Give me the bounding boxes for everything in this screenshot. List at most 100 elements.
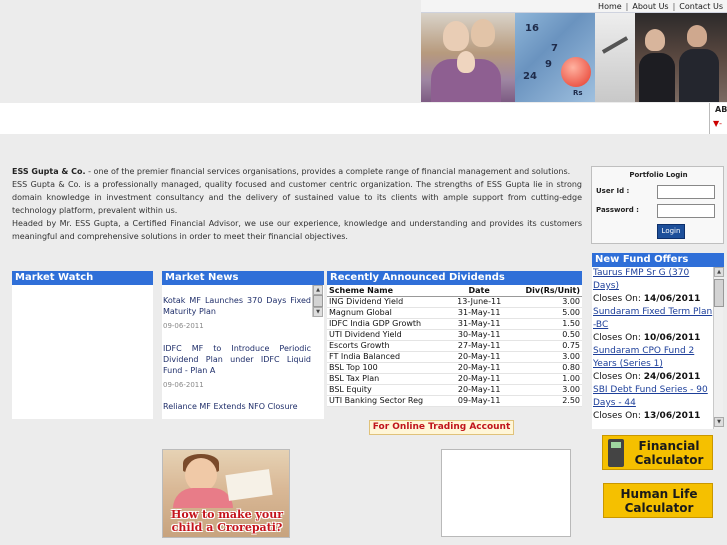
nfo-item-link[interactable]: SBI Debt Fund Series - 90 Days - 44 bbox=[593, 384, 713, 410]
table-cell: 1.00 bbox=[509, 373, 582, 385]
dividends-table: Scheme Name Date Div(Rs/Unit) ING Divide… bbox=[327, 285, 582, 407]
closes-on-label: Closes On: bbox=[593, 411, 644, 421]
news-date: 09-06-2011 bbox=[163, 381, 204, 389]
table-cell: BSL Tax Plan bbox=[327, 373, 450, 385]
closing-date-value: 14/06/2011 bbox=[643, 294, 701, 304]
nfo-closing-date: Closes On: 10/06/2011 bbox=[593, 332, 713, 345]
column-header: Date bbox=[449, 285, 510, 297]
user-id-label: User Id : bbox=[596, 187, 630, 195]
news-scrollbar[interactable]: ▲ ▼ bbox=[312, 285, 323, 317]
table-cell: 3.00 bbox=[509, 351, 582, 363]
user-id-input[interactable] bbox=[657, 185, 715, 199]
nfo-closing-date: Closes On: 24/06/2011 bbox=[593, 371, 713, 384]
intro-text: ESS Gupta & Co. - one of the premier fin… bbox=[12, 165, 582, 243]
news-item[interactable]: Reliance MF Extends NFO Closure bbox=[163, 401, 311, 412]
empty-ad-box bbox=[441, 449, 571, 537]
news-item[interactable]: Kotak MF Launches 370 Days Fixed Maturit… bbox=[163, 295, 311, 317]
table-cell: 30-May-11 bbox=[449, 329, 510, 341]
table-cell: 0.75 bbox=[509, 340, 582, 352]
table-row: IDFC India GDP Growth 31-May-11 1.50 bbox=[327, 318, 582, 330]
family-photo bbox=[421, 13, 515, 102]
nfo-header: New Fund Offers bbox=[592, 253, 724, 267]
portfolio-login-panel: Portfolio Login User Id : Password : Log… bbox=[591, 166, 724, 244]
password-input[interactable] bbox=[657, 204, 715, 218]
ball-icon bbox=[561, 57, 591, 87]
human-life-calculator-label: Human Life Calculator bbox=[620, 487, 698, 515]
closing-date-value: 13/06/2011 bbox=[643, 411, 701, 421]
table-row: BSL Tax Plan 20-May-11 1.00 bbox=[327, 373, 582, 385]
news-item[interactable]: IDFC MF to Introduce Periodic Dividend P… bbox=[163, 343, 311, 376]
writing-photo bbox=[595, 13, 635, 102]
page-root: Home | About Us | Contact Us 16 7 24 9 Rs AB… bbox=[0, 0, 727, 545]
table-cell: ING Dividend Yield bbox=[327, 296, 450, 308]
table-cell: 5.00 bbox=[509, 307, 582, 319]
intro-paragraph-3: Headed by Mr. ESS Gupta, a Certified Fin… bbox=[12, 219, 582, 241]
closing-date-value: 24/06/2011 bbox=[643, 372, 701, 382]
scroll-down-icon[interactable]: ▼ bbox=[313, 307, 323, 317]
human-life-calculator-button[interactable]: Human Life Calculator bbox=[603, 483, 713, 518]
market-news-header: Market News bbox=[162, 271, 324, 285]
scroll-up-icon[interactable]: ▲ bbox=[313, 285, 323, 295]
table-cell: 20-May-11 bbox=[449, 362, 510, 374]
closes-on-label: Closes On: bbox=[593, 333, 644, 343]
table-row: Escorts Growth 27-May-11 0.75 bbox=[327, 340, 582, 352]
table-cell: IDFC India GDP Growth bbox=[327, 318, 450, 330]
scroll-down-icon[interactable]: ▼ bbox=[714, 417, 724, 427]
table-cell: 3.00 bbox=[509, 296, 582, 308]
nfo-closing-date: Closes On: 14/06/2011 bbox=[593, 293, 713, 306]
header: Home | About Us | Contact Us 16 7 24 9 Rs bbox=[0, 0, 727, 103]
table-row: Magnum Global 31-May-11 5.00 bbox=[327, 307, 582, 319]
banner-number: 24 bbox=[523, 71, 537, 82]
table-cell: Escorts Growth bbox=[327, 340, 450, 352]
financial-calculator-button[interactable]: Financial Calculator bbox=[602, 435, 713, 470]
numbers-photo: 16 7 24 9 Rs bbox=[515, 13, 595, 102]
nav-separator: | bbox=[625, 2, 629, 11]
online-trading-link[interactable]: For Online Trading Account bbox=[369, 420, 514, 435]
market-watch-panel bbox=[12, 285, 153, 419]
table-cell: 09-May-11 bbox=[449, 395, 510, 407]
banner-number: 16 bbox=[525, 23, 539, 34]
top-nav: Home | About Us | Contact Us bbox=[421, 0, 727, 13]
table-cell: 31-May-11 bbox=[449, 307, 510, 319]
scroll-thumb[interactable] bbox=[313, 295, 323, 307]
nfo-item-link[interactable]: Taurus FMP Sr G (370 Days) bbox=[593, 267, 713, 293]
table-cell: 3.00 bbox=[509, 384, 582, 396]
closing-date-value: 10/06/2011 bbox=[643, 333, 701, 343]
closes-on-label: Closes On: bbox=[593, 294, 644, 304]
password-label: Password : bbox=[596, 206, 639, 214]
nav-contact-link[interactable]: Contact Us bbox=[679, 2, 723, 11]
table-row: UTI Dividend Yield 30-May-11 0.50 bbox=[327, 329, 582, 341]
calculator-icon bbox=[608, 439, 624, 467]
market-news-panel: Kotak MF Launches 370 Days Fixed Maturit… bbox=[162, 285, 324, 419]
banner-number: 9 bbox=[545, 59, 552, 70]
scroll-thumb[interactable] bbox=[714, 279, 724, 307]
crorepati-banner[interactable]: How to make your child a Crorepati? bbox=[162, 449, 290, 538]
nfo-closing-date: Closes On: 13/06/2011 bbox=[593, 410, 713, 423]
banner-number: 7 bbox=[551, 43, 558, 54]
table-cell: BSL Equity bbox=[327, 384, 450, 396]
nfo-item-link[interactable]: Sundaram CPO Fund 2 Years (Series 1) bbox=[593, 345, 713, 371]
market-watch-header: Market Watch bbox=[12, 271, 153, 285]
table-cell: 20-May-11 bbox=[449, 384, 510, 396]
table-cell: Magnum Global bbox=[327, 307, 450, 319]
login-button[interactable]: Login bbox=[657, 224, 685, 239]
scroll-up-icon[interactable]: ▲ bbox=[714, 267, 724, 277]
nav-home-link[interactable]: Home bbox=[598, 2, 622, 11]
column-header: Div(Rs/Unit) bbox=[509, 285, 582, 297]
company-name: ESS Gupta & Co. bbox=[12, 167, 86, 176]
table-row: BSL Equity 20-May-11 3.00 bbox=[327, 384, 582, 396]
table-row: UTI Banking Sector Reg 09-May-11 2.50 bbox=[327, 395, 582, 407]
column-header: Scheme Name bbox=[327, 285, 450, 297]
financial-calculator-label: Financial Calculator bbox=[634, 439, 704, 467]
intro-paragraph-1: - one of the premier financial services … bbox=[85, 167, 571, 176]
table-cell: FT India Balanced bbox=[327, 351, 450, 363]
nfo-item-link[interactable]: Sundaram Fixed Term Plan -BC bbox=[593, 306, 713, 332]
table-cell: 1.50 bbox=[509, 318, 582, 330]
business-photo bbox=[635, 13, 727, 102]
nfo-scrollbar[interactable]: ▲ ▼ bbox=[713, 267, 724, 429]
nav-separator: | bbox=[672, 2, 676, 11]
nav-about-link[interactable]: About Us bbox=[632, 2, 668, 11]
table-cell: 27-May-11 bbox=[449, 340, 510, 352]
table-cell: 20-May-11 bbox=[449, 351, 510, 363]
table-cell: 0.80 bbox=[509, 362, 582, 374]
